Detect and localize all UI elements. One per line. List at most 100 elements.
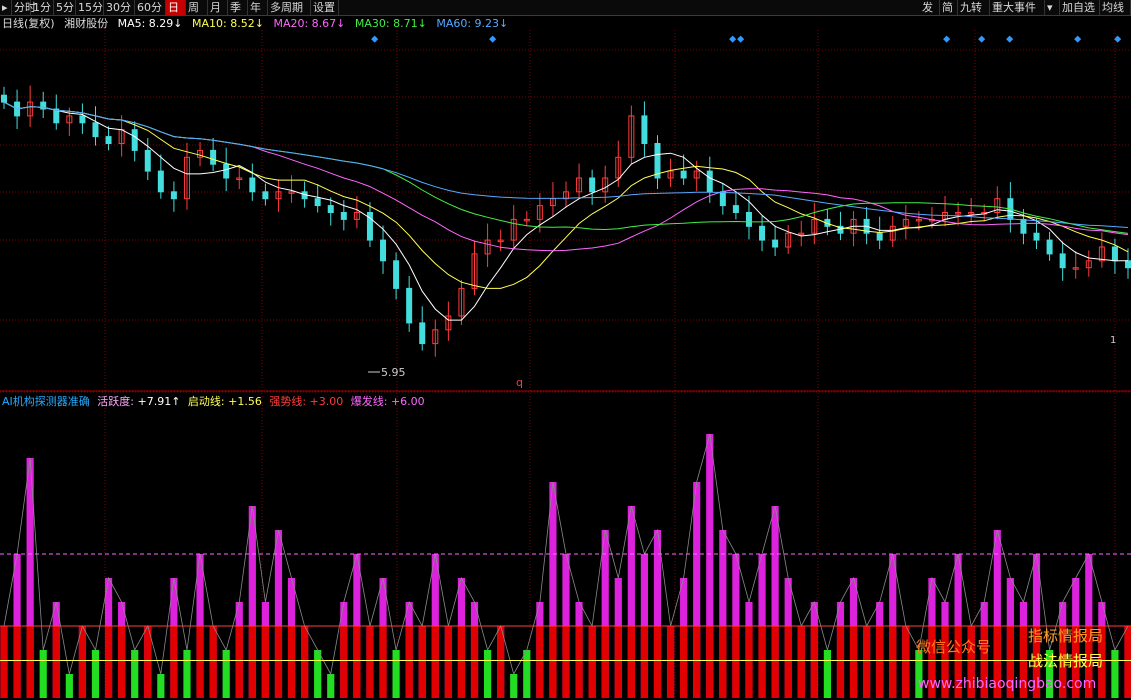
indicator-bar-40 <box>523 650 531 698</box>
candle-body-12 <box>157 170 164 193</box>
candle-body-57 <box>745 212 752 227</box>
indicator-bar-base-19 <box>248 626 256 698</box>
candle-body-19 <box>249 177 256 193</box>
indicator-bar-base-69 <box>902 626 910 698</box>
candle-body-52 <box>680 170 687 179</box>
ma5-line <box>3 101 1128 321</box>
candle-body-80 <box>1046 239 1053 255</box>
burst-label-text: 爆发线: <box>350 395 391 408</box>
indicator-bar-14 <box>183 650 191 698</box>
period-tab-3[interactable]: 15分 <box>76 0 104 15</box>
period-tab-1[interactable]: 1分 <box>31 0 54 15</box>
indicator-bar-base-56 <box>732 626 740 698</box>
signal-diamond-3 <box>737 35 745 43</box>
period-tab-10[interactable]: 年 <box>248 0 268 15</box>
indicator-bar-base-36 <box>470 626 479 698</box>
candle-body-26 <box>340 212 347 220</box>
strong-value: +3.00 <box>309 395 344 408</box>
indicator-bar-base-67 <box>876 626 884 698</box>
indicator-bar-base-50 <box>653 626 662 698</box>
period-tab-11[interactable]: 多周期 <box>268 0 311 15</box>
kline-chart[interactable]: 5.95 q 1 <box>0 0 1131 700</box>
candle-body-6 <box>79 115 86 124</box>
candle-body-11 <box>144 149 151 172</box>
indicator-bar-base-32 <box>418 626 426 698</box>
indicator-bar-base-46 <box>601 626 609 698</box>
indicator-bar-base-52 <box>680 626 688 698</box>
period-tab-9[interactable]: 季 <box>228 0 248 15</box>
indicator-bar-25 <box>327 674 335 698</box>
indicator-bar-base-15 <box>196 626 204 698</box>
indicator-title: AI机构探测器准确 <box>2 395 90 408</box>
start-value: +1.56 <box>228 395 262 408</box>
indicator-bar-base-20 <box>261 626 269 698</box>
period-tab-5[interactable]: 60分 <box>135 0 166 15</box>
candle-body-31 <box>406 287 413 324</box>
ma5-label: MA5: 8.29↓ <box>117 17 183 30</box>
candle-body-59 <box>772 239 779 248</box>
active-label: 活跃度: +7.91↑ <box>97 395 180 408</box>
indicator-bar-base-61 <box>797 626 805 698</box>
toolbar-right-0[interactable]: 发 <box>920 0 940 15</box>
indicator-bar-base-51 <box>666 626 675 698</box>
toolbar-right-1[interactable]: 简 <box>940 0 958 15</box>
ma30-label: MA30: 8.71↓ <box>354 17 427 30</box>
toolbar-right-2[interactable]: 九转 <box>958 0 990 15</box>
watermark-indicator-bureau: 指标情报局 <box>1028 627 1104 645</box>
indicator-bar-base-60 <box>784 626 792 698</box>
candle-body-86 <box>1125 260 1131 269</box>
signal-diamond-6 <box>1006 35 1014 43</box>
candle-body-49 <box>641 115 648 145</box>
ma20-label: MA20: 8.67↓ <box>273 17 346 30</box>
candle-body-85 <box>1111 246 1118 262</box>
chevron-down-icon[interactable]: ▾ <box>1045 0 1060 15</box>
indicator-bar-base-58 <box>758 626 766 698</box>
toolbar-right-3[interactable]: 重大事件 <box>990 0 1045 15</box>
period-tab-7[interactable]: 周 <box>186 0 208 15</box>
toolbar-right-5[interactable]: 均线 <box>1100 0 1131 15</box>
toolbar-menu-icon[interactable]: ▸ <box>0 0 12 15</box>
indicator-bar-24 <box>314 650 322 698</box>
indicator-bar-12 <box>157 674 165 698</box>
indicator-bar-30 <box>392 650 400 698</box>
period-tab-4[interactable]: 30分 <box>104 0 135 15</box>
period-tab-8[interactable]: 月 <box>208 0 228 15</box>
indicator-bar-39 <box>510 674 518 698</box>
low-price-label: 5.95 <box>381 366 406 379</box>
candle-body-79 <box>1033 232 1040 241</box>
indicator-bar-85 <box>1111 650 1119 698</box>
indicator-bar-base-2 <box>26 626 34 698</box>
indicator-bar-base-48 <box>627 626 635 698</box>
indicator-bar-base-43 <box>562 626 570 698</box>
signal-diamond-1 <box>489 35 497 43</box>
stock-name: 湘财股份 <box>64 17 109 30</box>
signal-diamond-4 <box>943 35 951 43</box>
toolbar-right-4[interactable]: 加自选 <box>1060 0 1100 15</box>
main-legend: 日线(复权) 湘财股份 MA5: 8.29↓ MA10: 8.52↓ MA20:… <box>2 17 514 31</box>
indicator-bar-base-28 <box>366 626 374 698</box>
watermark-wechat: 微信公众号 <box>916 638 992 656</box>
indicator-bar-base-53 <box>693 626 701 698</box>
candle-body-58 <box>759 225 766 241</box>
indicator-bar-base-0 <box>0 626 8 698</box>
candle-body-8 <box>105 136 112 145</box>
candle-body-13 <box>170 191 177 200</box>
candle-body-0 <box>1 94 7 103</box>
watermark-strategy-bureau: 战法情报局 <box>1028 652 1104 670</box>
indicator-bar-base-35 <box>457 626 466 698</box>
period-tab-2[interactable]: 5分 <box>54 0 76 15</box>
indicator-bar-37 <box>483 650 492 698</box>
period-tab-12[interactable]: 设置 <box>311 0 339 15</box>
candle-body-32 <box>419 322 426 345</box>
indicator-bar-base-38 <box>497 626 505 698</box>
indicator-bar-base-62 <box>810 626 818 698</box>
indicator-bar-base-54 <box>706 626 714 698</box>
period-tab-6[interactable]: 日 <box>166 0 186 15</box>
candle-body-24 <box>314 198 321 207</box>
candle-body-17 <box>223 163 230 179</box>
period-tab-0[interactable]: 分时 <box>12 0 36 15</box>
indicator-bar-base-66 <box>863 626 871 698</box>
candle-body-81 <box>1059 253 1066 269</box>
indicator-bar-base-1 <box>13 626 21 698</box>
candle-body-30 <box>393 260 400 289</box>
